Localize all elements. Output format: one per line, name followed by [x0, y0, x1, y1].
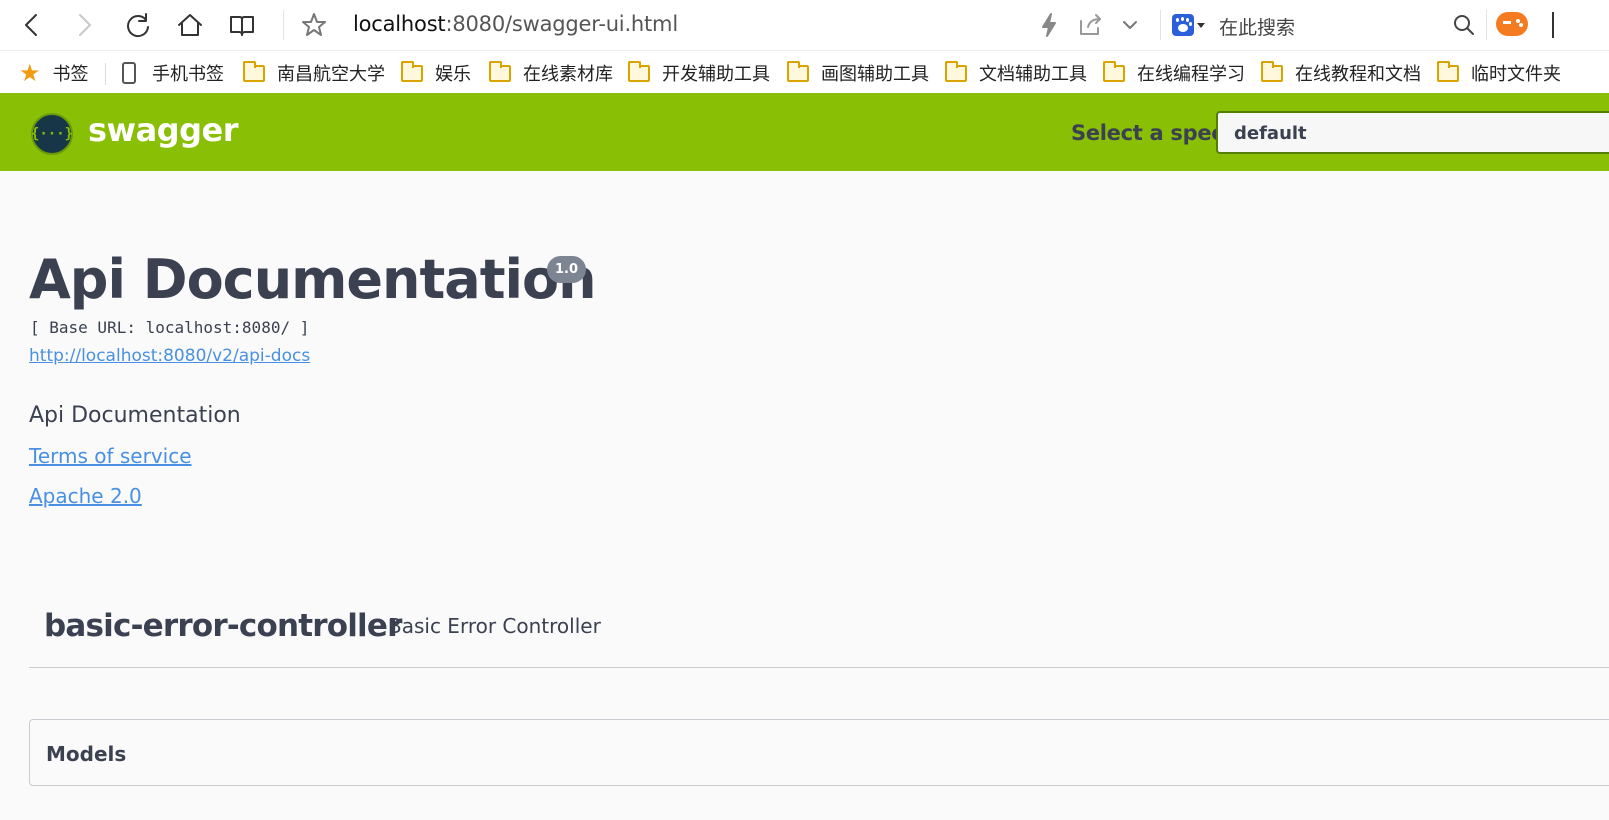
chevron-down-icon — [1123, 21, 1137, 29]
star-icon — [302, 13, 326, 36]
license-link[interactable]: Apache 2.0 — [29, 484, 142, 508]
reader-button[interactable] — [224, 8, 260, 42]
share-button[interactable] — [1072, 8, 1108, 42]
bookmark-folder[interactable]: 娱乐 — [401, 60, 471, 86]
tag-name: basic-error-controller — [44, 608, 402, 644]
swagger-logo-text[interactable]: swagger — [88, 111, 239, 149]
back-icon — [25, 14, 37, 36]
models-title: Models — [46, 742, 127, 766]
reload-button[interactable] — [120, 8, 156, 42]
bookmark-label: 在线素材库 — [523, 64, 613, 85]
toolbar-divider — [1486, 10, 1487, 40]
url-path: :8080/swagger-ui.html — [445, 12, 678, 36]
lightning-button[interactable] — [1031, 8, 1067, 42]
folder-icon — [1437, 60, 1459, 82]
bookmark-label: 在线教程和文档 — [1295, 64, 1421, 85]
forward-button[interactable] — [66, 8, 102, 42]
bookmark-folder[interactable]: 在线教程和文档 — [1261, 60, 1421, 86]
page-title: Api Documentation — [29, 248, 597, 311]
forward-icon — [79, 14, 91, 36]
spec-label: Select a spec — [1071, 121, 1224, 145]
toolbar-divider — [283, 10, 284, 40]
reload-icon — [127, 13, 149, 38]
phone-icon — [122, 62, 136, 84]
baidu-paw-icon — [1172, 14, 1194, 36]
address-bar[interactable]: localhost:8080/swagger-ui.html — [353, 12, 678, 36]
bookmark-folder[interactable]: 文档辅助工具 — [945, 60, 1087, 86]
reader-icon — [230, 16, 254, 36]
lightning-icon — [1042, 13, 1056, 37]
tag-section-header[interactable]: basic-error-controller Basic Error Contr… — [29, 596, 1609, 668]
bookmark-label: 临时文件夹 — [1471, 64, 1561, 85]
bookmark-star-button[interactable] — [296, 8, 332, 42]
caret-down-icon — [1197, 22, 1205, 28]
back-button[interactable] — [14, 8, 50, 42]
bookmark-label: 手机书签 — [152, 64, 224, 85]
search-input[interactable]: 在此搜索 — [1219, 13, 1295, 40]
bookmark-folder[interactable]: 在线编程学习 — [1103, 60, 1245, 86]
terms-of-service-link[interactable]: Terms of service — [29, 444, 192, 468]
menu-edge-icon[interactable] — [1552, 12, 1572, 38]
spec-select[interactable]: default — [1216, 111, 1609, 154]
bookmark-label: 南昌航空大学 — [277, 64, 385, 85]
folder-icon — [945, 60, 967, 82]
bookmark-label: 文档辅助工具 — [979, 64, 1087, 85]
folder-icon — [628, 60, 650, 82]
browser-toolbar: localhost:8080/swagger-ui.html 在此搜索 — [0, 0, 1609, 50]
bookmark-star-item[interactable]: ★ 书签 — [19, 59, 89, 87]
bookmarks-bar: ★ 书签 手机书签 南昌航空大学 娱乐 在线素材库 开发辅助工具 画图辅助工具 … — [0, 50, 1609, 93]
tag-description: Basic Error Controller — [388, 614, 601, 638]
home-button[interactable] — [172, 8, 208, 42]
folder-icon — [1261, 60, 1283, 82]
bookmark-label: 书签 — [52, 64, 89, 85]
version-badge: 1.0 — [547, 256, 587, 283]
api-docs-link[interactable]: http://localhost:8080/v2/api-docs — [29, 346, 310, 366]
bookmark-label: 画图辅助工具 — [821, 64, 929, 85]
bookmark-label: 娱乐 — [435, 64, 471, 85]
search-button[interactable] — [1446, 8, 1482, 42]
toolbar-divider — [1160, 10, 1161, 40]
dropdown-button[interactable] — [1112, 8, 1148, 42]
bookmark-folder[interactable]: 开发辅助工具 — [628, 60, 770, 86]
folder-icon — [243, 60, 265, 82]
models-section[interactable]: Models — [29, 719, 1609, 786]
bookmark-label: 开发辅助工具 — [662, 64, 770, 85]
folder-icon — [787, 60, 809, 82]
game-icon[interactable] — [1496, 12, 1528, 36]
bookmark-folder[interactable]: 在线素材库 — [489, 60, 613, 86]
bookmarks-divider — [105, 63, 106, 85]
share-icon — [1080, 14, 1101, 35]
home-icon — [178, 14, 202, 36]
bookmark-folder[interactable]: 南昌航空大学 — [243, 60, 385, 86]
bookmark-label: 在线编程学习 — [1137, 64, 1245, 85]
swagger-logo-icon[interactable]: {···} — [31, 113, 73, 155]
swagger-topbar: {···} swagger Select a spec default — [0, 93, 1609, 171]
bookmark-folder[interactable]: 画图辅助工具 — [787, 60, 929, 86]
folder-icon — [1103, 60, 1125, 82]
search-engine-selector[interactable] — [1172, 11, 1206, 39]
folder-icon — [401, 60, 423, 82]
bookmark-mobile[interactable]: 手机书签 — [122, 60, 224, 86]
star-icon: ★ — [19, 59, 41, 87]
base-url: [ Base URL: localhost:8080/ ] — [30, 318, 310, 337]
url-host: localhost — [353, 12, 446, 36]
api-description: Api Documentation — [29, 403, 241, 428]
search-icon — [1454, 15, 1474, 35]
folder-icon — [489, 60, 511, 82]
bookmark-folder[interactable]: 临时文件夹 — [1437, 60, 1561, 86]
